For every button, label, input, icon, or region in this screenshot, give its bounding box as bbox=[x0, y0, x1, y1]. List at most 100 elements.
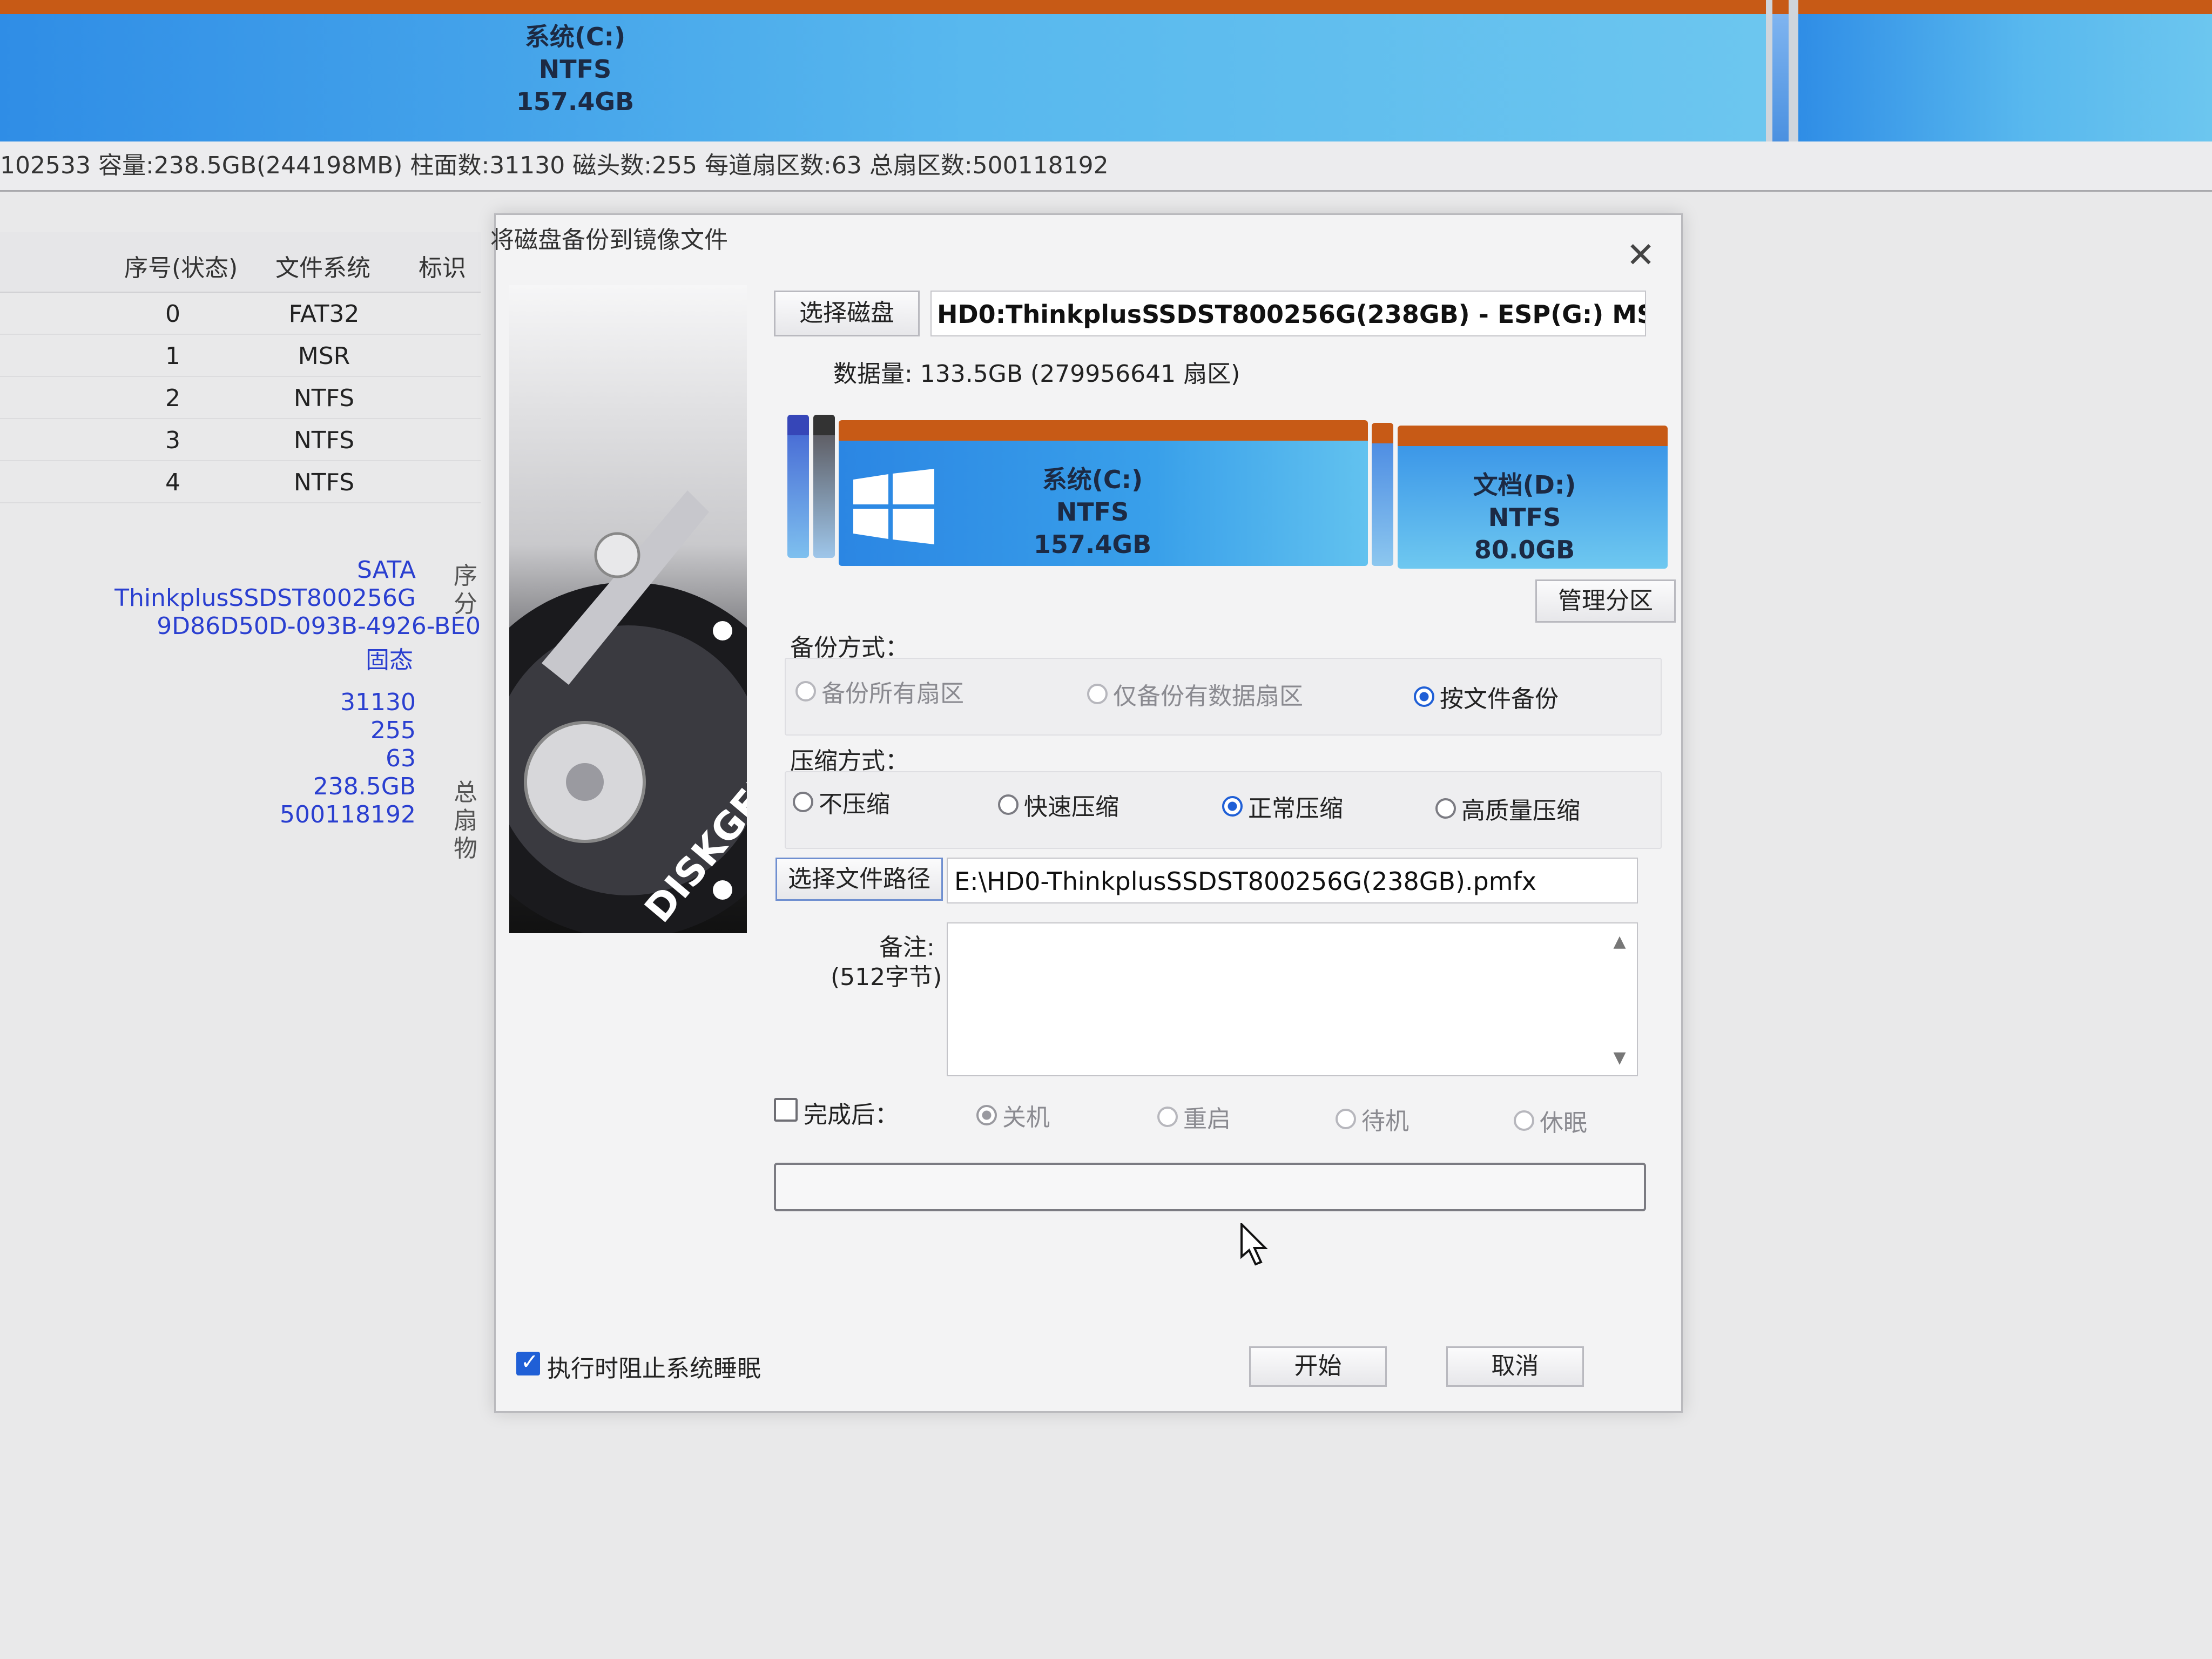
row-index: 2 bbox=[165, 385, 180, 412]
selected-disk-field[interactable]: HD0:ThinkplusSSDST800256G(238GB) - ESP(G… bbox=[930, 291, 1646, 336]
partition-c-label: 系统(C:) NTFS 157.4GB bbox=[486, 21, 664, 118]
radio-hibernate[interactable]: 休眠 bbox=[1514, 1103, 1587, 1138]
row-fs: MSR bbox=[298, 342, 350, 370]
map-d-name: 文档(D:) bbox=[1473, 470, 1576, 500]
radio-label: 不压缩 bbox=[819, 791, 890, 818]
detail-guid: 9D86D50D-093B-4926-BE0 bbox=[157, 612, 481, 640]
dialog-titlebar: 将磁盘备份到镜像文件 bbox=[490, 215, 1681, 254]
radio-label: 待机 bbox=[1361, 1108, 1409, 1135]
col-id[interactable]: 标识 bbox=[419, 248, 466, 283]
radio-dot-icon bbox=[1222, 796, 1243, 817]
map-d-size: 80.0GB bbox=[1474, 535, 1575, 564]
radio-dot-icon bbox=[1435, 798, 1456, 819]
mouse-pointer-icon bbox=[1240, 1223, 1268, 1266]
radio-label: 快速压缩 bbox=[1024, 793, 1119, 821]
partition-separator-block[interactable] bbox=[1772, 0, 1789, 143]
map-d-label: 文档(D:) NTFS 80.0GB bbox=[1435, 469, 1614, 566]
backup-dialog: 将磁盘备份到镜像文件 ✕ DISKGENIUS 选择磁盘 HD0:Thinkpl… bbox=[490, 213, 1683, 1413]
radio-standby[interactable]: 待机 bbox=[1336, 1102, 1409, 1136]
detail-cylinders: 31130 bbox=[340, 689, 416, 716]
windows-logo-icon bbox=[853, 469, 934, 544]
row-index: 0 bbox=[165, 300, 180, 328]
radio-label: 重启 bbox=[1183, 1105, 1231, 1133]
cancel-button[interactable]: 取消 bbox=[1446, 1346, 1584, 1387]
disk-partition-bar[interactable]: 系统(C:) NTFS 157.4GB bbox=[0, 0, 2212, 146]
row-fs: NTFS bbox=[293, 385, 355, 412]
row-index: 1 bbox=[165, 342, 180, 370]
after-complete-label: 完成后： bbox=[804, 1101, 899, 1129]
disk-info-line: 102533 容量:238.5GB(244198MB) 柱面数:31130 磁头… bbox=[0, 141, 2212, 192]
map-d-fs: NTFS bbox=[1488, 503, 1561, 532]
radio-normal-compress[interactable]: 正常压缩 bbox=[1222, 789, 1343, 824]
map-c-name: 系统(C:) bbox=[1042, 465, 1143, 494]
radio-label: 关机 bbox=[1002, 1104, 1050, 1131]
detail-capacity: 238.5GB bbox=[313, 773, 416, 800]
row-fs: FAT32 bbox=[288, 300, 360, 328]
table-row[interactable]: 0 FAT32 bbox=[0, 293, 481, 335]
table-row[interactable]: 4 NTFS bbox=[0, 461, 481, 503]
radio-shutdown[interactable]: 关机 bbox=[976, 1098, 1050, 1132]
row-index: 3 bbox=[165, 427, 180, 454]
map-partition-esp[interactable] bbox=[787, 415, 809, 558]
radio-backup-by-file[interactable]: 按文件备份 bbox=[1414, 679, 1559, 714]
partition-size: 157.4GB bbox=[516, 87, 635, 116]
table-row[interactable]: 1 MSR bbox=[0, 335, 481, 377]
col-index[interactable]: 序号(状态) bbox=[124, 248, 238, 283]
radio-dot-icon bbox=[976, 1105, 997, 1125]
hdd-illustration-icon: DISKGENIUS bbox=[509, 490, 747, 933]
radio-dot-icon bbox=[1414, 686, 1434, 707]
partition-d-block[interactable] bbox=[1798, 0, 2212, 143]
detail-model: ThinkplusSSDST800256G bbox=[114, 584, 416, 612]
radio-fast-compress[interactable]: 快速压缩 bbox=[998, 787, 1119, 822]
diskgenius-hdd-image: DISKGENIUS bbox=[509, 285, 747, 933]
scroll-up-icon[interactable]: ▲ bbox=[1609, 932, 1630, 954]
map-c-size: 157.4GB bbox=[1033, 530, 1152, 559]
radio-dot-icon bbox=[998, 794, 1019, 815]
after-complete-checkbox[interactable] bbox=[774, 1098, 798, 1122]
row-index: 4 bbox=[165, 469, 180, 496]
radio-label: 备份所有扇区 bbox=[821, 680, 964, 707]
radio-label: 正常压缩 bbox=[1248, 795, 1343, 822]
radio-high-compress[interactable]: 高质量压缩 bbox=[1435, 791, 1580, 826]
radio-dot-icon bbox=[1157, 1107, 1178, 1127]
radio-dot-icon bbox=[793, 792, 813, 812]
radio-backup-all-sectors[interactable]: 备份所有扇区 bbox=[795, 674, 964, 709]
row-fs: NTFS bbox=[293, 427, 355, 454]
table-row[interactable]: 2 NTFS bbox=[0, 377, 481, 419]
partition-c-block[interactable] bbox=[0, 0, 1766, 143]
partition-fs: NTFS bbox=[538, 55, 612, 84]
manage-partition-button[interactable]: 管理分区 bbox=[1535, 579, 1676, 623]
map-c-fs: NTFS bbox=[1056, 497, 1129, 527]
detail-type: 固态 bbox=[366, 646, 413, 674]
detail-side-label: 分 bbox=[454, 590, 477, 618]
file-path-input[interactable]: E:\HD0-ThinkplusSSDST800256G(238GB).pmfx bbox=[947, 858, 1638, 903]
radio-no-compress[interactable]: 不压缩 bbox=[793, 785, 890, 819]
map-c-label: 系统(C:) NTFS 157.4GB bbox=[1003, 463, 1182, 561]
partition-name: 系统(C:) bbox=[524, 22, 626, 51]
radio-label: 按文件备份 bbox=[1440, 685, 1559, 713]
map-partition-separator[interactable] bbox=[1372, 423, 1393, 566]
detail-side-label: 物 bbox=[454, 835, 477, 862]
row-fs: NTFS bbox=[293, 469, 355, 496]
radio-dot-icon bbox=[795, 681, 816, 702]
partition-table: 序号(状态) 文件系统 标识 0 FAT32 1 MSR 2 NTFS 3 NTFS 4… bbox=[0, 232, 481, 503]
note-textarea[interactable]: ▲ ▼ bbox=[947, 922, 1638, 1076]
select-disk-button[interactable]: 选择磁盘 bbox=[774, 291, 920, 336]
start-button[interactable]: 开始 bbox=[1249, 1346, 1387, 1387]
scroll-down-icon[interactable]: ▼ bbox=[1609, 1048, 1630, 1070]
radio-dot-icon bbox=[1336, 1109, 1356, 1129]
dialog-title: 将磁盘备份到镜像文件 bbox=[490, 226, 728, 254]
select-file-path-button[interactable]: 选择文件路径 bbox=[775, 858, 943, 901]
radio-dot-icon bbox=[1514, 1110, 1534, 1131]
close-icon[interactable]: ✕ bbox=[1622, 237, 1660, 274]
col-filesystem[interactable]: 文件系统 bbox=[275, 248, 370, 283]
radio-label: 休眠 bbox=[1540, 1109, 1587, 1137]
progress-bar bbox=[774, 1163, 1646, 1211]
map-partition-msr[interactable] bbox=[813, 415, 835, 558]
radio-label: 高质量压缩 bbox=[1461, 797, 1580, 825]
radio-restart[interactable]: 重启 bbox=[1157, 1100, 1231, 1134]
prevent-sleep-checkbox[interactable] bbox=[516, 1350, 540, 1375]
note-hint: (512字节) bbox=[831, 963, 942, 991]
radio-backup-data-sectors[interactable]: 仅备份有数据扇区 bbox=[1087, 677, 1303, 711]
table-row[interactable]: 3 NTFS bbox=[0, 419, 481, 461]
